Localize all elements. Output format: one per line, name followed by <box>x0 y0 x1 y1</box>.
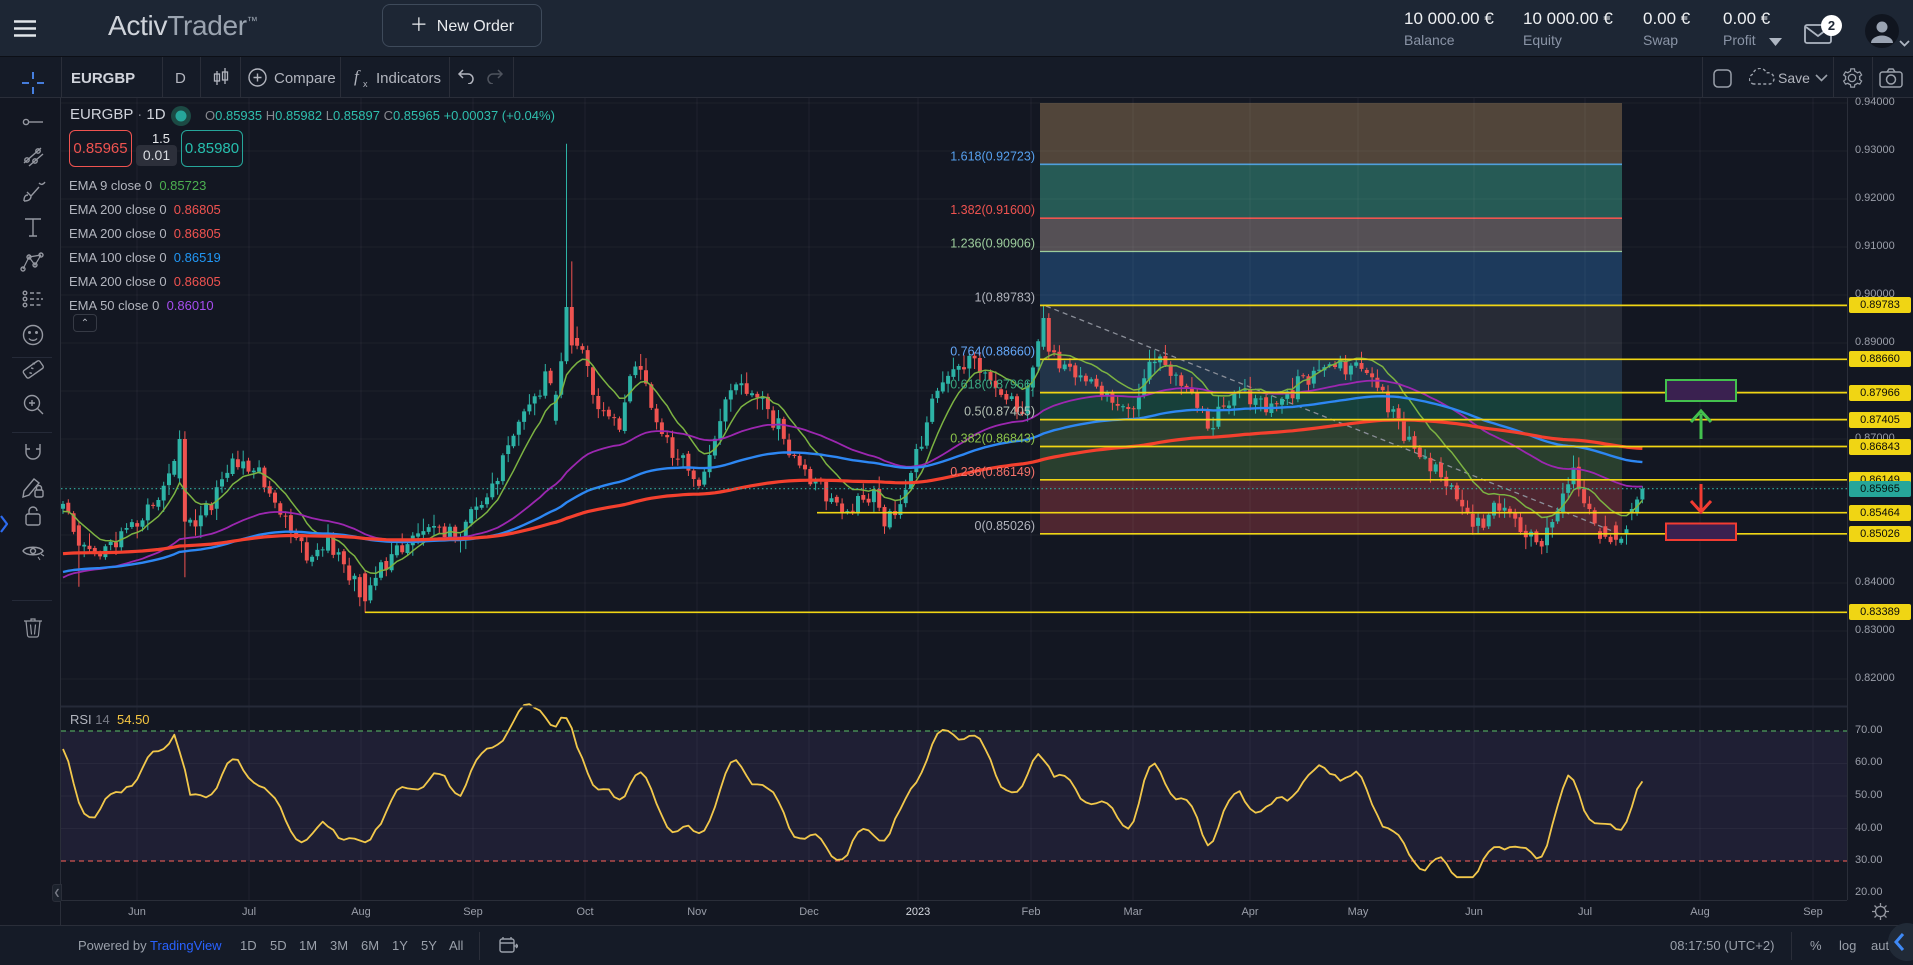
svg-text:0.764(0.88660): 0.764(0.88660) <box>950 344 1035 358</box>
svg-text:0.5(0.87405): 0.5(0.87405) <box>964 405 1035 419</box>
svg-text:1.618(0.92723): 1.618(0.92723) <box>950 149 1035 163</box>
svg-text:1.236(0.90906): 1.236(0.90906) <box>950 237 1035 251</box>
svg-text:1(0.89783): 1(0.89783) <box>975 290 1035 304</box>
svg-text:0.382(0.86843): 0.382(0.86843) <box>950 432 1035 446</box>
svg-text:0.618(0.87966): 0.618(0.87966) <box>950 378 1035 392</box>
svg-text:0(0.85026): 0(0.85026) <box>975 519 1035 533</box>
svg-text:1.382(0.91600): 1.382(0.91600) <box>950 203 1035 217</box>
svg-text:0.236(0.86149): 0.236(0.86149) <box>950 465 1035 479</box>
